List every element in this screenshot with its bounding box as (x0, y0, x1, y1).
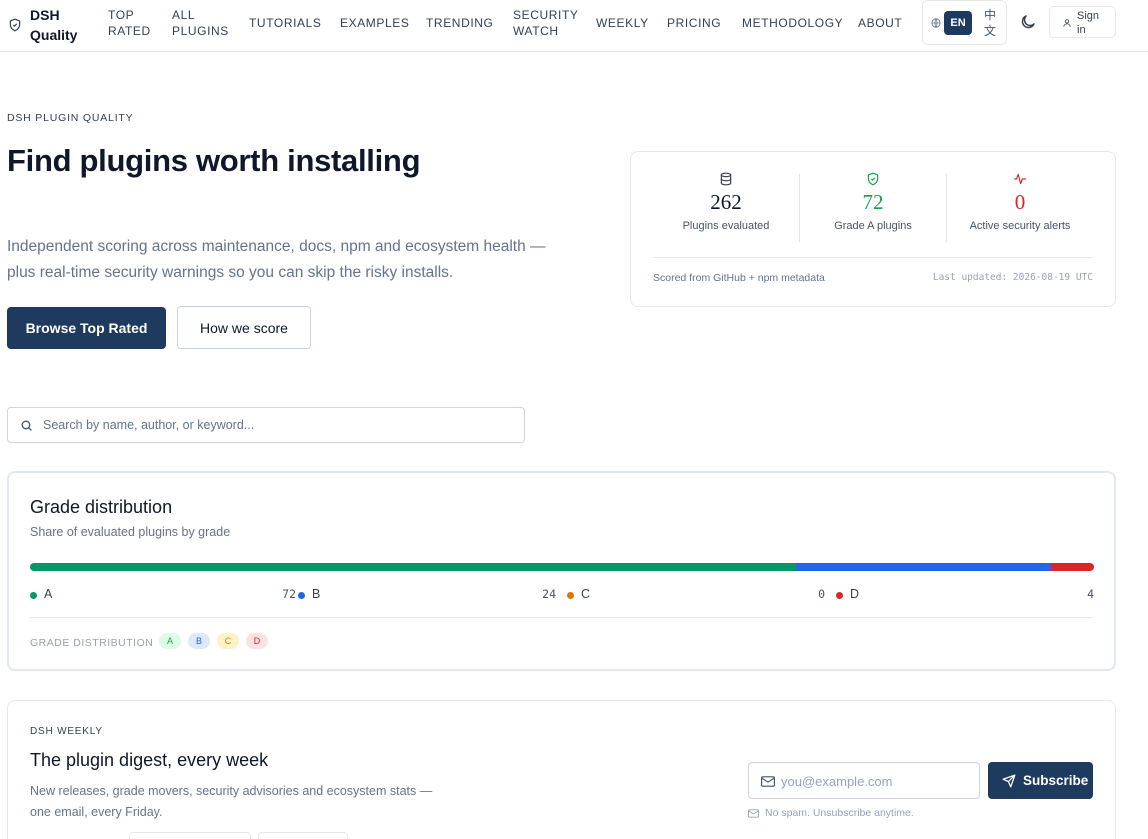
nav-security-watch[interactable]: SECURITY WATCH (513, 7, 578, 39)
grade-letter: A (44, 587, 53, 601)
divider (30, 617, 1094, 618)
grade-distribution-title: Grade distribution (30, 497, 173, 517)
grade-bar-segment-a (30, 563, 797, 571)
stats-card: 262 Plugins evaluated 72 Grade A plugins… (630, 151, 1116, 307)
moon-icon[interactable] (1019, 13, 1037, 31)
nav-examples[interactable]: EXAMPLES (340, 15, 410, 31)
grade-chip-c[interactable]: C (217, 633, 239, 649)
stat-label: Plugins evaluated (682, 220, 770, 232)
grade-dot (30, 592, 37, 599)
grade-legend-b: B 24 (298, 587, 556, 603)
stat-value: 0 (1014, 190, 1026, 214)
grade-dot (298, 592, 305, 599)
grade-distribution-bar (30, 563, 1094, 571)
grade-chip-b[interactable]: B (188, 633, 210, 649)
browse-top-rated-button[interactable]: Browse Top Rated (7, 307, 166, 349)
activity-icon (1014, 173, 1026, 185)
nav-methodology[interactable]: METHODOLOGY (742, 15, 843, 31)
database-icon (720, 172, 732, 186)
mail-icon (748, 809, 759, 818)
weekly-digest-card: DSH WEEKLY The plugin digest, every week… (7, 700, 1116, 839)
grade-letter: B (312, 587, 321, 601)
search-box (7, 407, 525, 443)
grade-bar-segment-b (796, 563, 1052, 571)
grade-letter: C (581, 587, 591, 601)
shield-check-icon (867, 172, 879, 186)
nav-all-plugins[interactable]: ALL PLUGINS (172, 7, 228, 39)
user-icon (1063, 19, 1071, 27)
grade-count: 0 (818, 587, 825, 601)
stats-last-updated: Last updated: 2026-08-19 UTC (932, 272, 1093, 283)
stat-label: Active security alerts (969, 220, 1071, 232)
grade-legend-a: A 72 (30, 587, 296, 603)
send-icon (1002, 774, 1016, 788)
search-icon (21, 420, 32, 431)
nav-weekly[interactable]: WEEKLY (596, 15, 649, 31)
grade-legend-c: C 0 (567, 587, 825, 603)
grade-dot (836, 592, 843, 599)
mail-icon (761, 776, 775, 787)
weekly-note-text: No spam. Unsubscribe anytime. (765, 807, 914, 819)
grade-count: 24 (542, 587, 556, 601)
email-input[interactable] (781, 765, 971, 797)
globe-icon (931, 18, 941, 28)
weekly-action-button[interactable] (129, 832, 251, 839)
nav-tutorials[interactable]: TUTORIALS (249, 15, 322, 31)
stat-security-alerts: 0 Active security alerts (946, 172, 1094, 242)
grade-distribution-footer: GRADE DISTRIBUTION (30, 637, 154, 649)
email-field (748, 762, 980, 799)
subscribe-button[interactable]: Subscribe (988, 762, 1093, 799)
stat-value: 262 (710, 190, 742, 214)
stat-grade-a: 72 Grade A plugins (799, 172, 947, 242)
nav-about[interactable]: ABOUT (858, 15, 902, 31)
grade-legend-d: D 4 (836, 587, 1094, 603)
brand-name: DSH Quality (30, 7, 78, 43)
shield-logo-icon (9, 18, 21, 32)
grade-chip-d[interactable]: D (246, 633, 268, 649)
sign-in-label: Sign in (1077, 10, 1100, 36)
grade-distribution-card: Grade distribution Share of evaluated pl… (7, 471, 1116, 671)
lang-zh-button[interactable]: 中文 (983, 7, 997, 39)
stat-value: 72 (862, 190, 884, 214)
nav-pricing[interactable]: PRICING (667, 15, 721, 31)
grade-count: 4 (1087, 587, 1094, 601)
sign-in-button[interactable]: Sign in (1049, 6, 1116, 38)
top-nav: DSH Quality TOP RATED ALL PLUGINS TUTORI… (0, 0, 1148, 52)
hero-subtitle: Independent scoring across maintenance, … (7, 238, 546, 281)
hero-title: Find plugins worth installing (7, 143, 421, 178)
weekly-eyebrow: DSH WEEKLY (30, 726, 103, 737)
nav-trending[interactable]: TRENDING (426, 15, 493, 31)
grade-dot (567, 592, 574, 599)
divider (653, 257, 1094, 258)
stat-label: Grade A plugins (834, 220, 912, 232)
grade-chip-a[interactable]: A (159, 633, 181, 649)
stats-source: Scored from GitHub + npm metadata (653, 272, 825, 284)
stat-plugins-evaluated: 262 Plugins evaluated (652, 172, 800, 242)
grade-count: 72 (282, 587, 296, 601)
nav-top-rated[interactable]: TOP RATED (108, 7, 150, 39)
how-we-score-button[interactable]: How we score (177, 306, 311, 349)
lang-en-button[interactable]: EN (944, 11, 972, 35)
grade-distribution-subtitle: Share of evaluated plugins by grade (30, 525, 231, 539)
weekly-action-button[interactable] (258, 832, 348, 839)
language-switcher: EN 中文 (922, 0, 1007, 45)
grade-bar-segment-d (1051, 563, 1094, 571)
hero-eyebrow: DSH PLUGIN QUALITY (7, 112, 134, 124)
subscribe-label: Subscribe (1023, 773, 1089, 788)
grade-letter: D (850, 587, 860, 601)
weekly-note: No spam. Unsubscribe anytime. (748, 807, 914, 819)
brand[interactable]: DSH Quality (8, 5, 82, 45)
search-input[interactable] (43, 409, 513, 441)
weekly-title: The plugin digest, every week (30, 750, 269, 770)
weekly-description: New releases, grade movers, security adv… (30, 784, 433, 819)
